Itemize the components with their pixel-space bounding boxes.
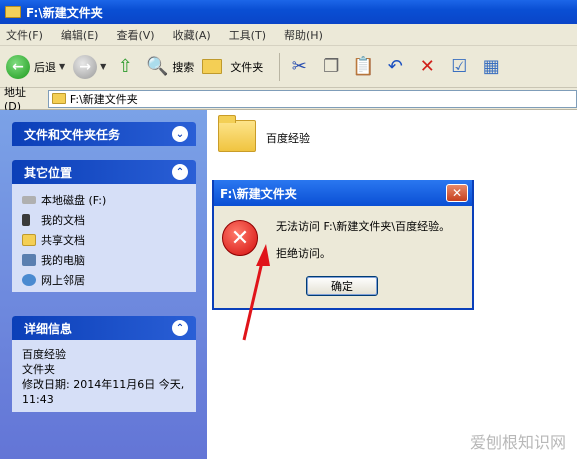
annotation-arrow (242, 244, 270, 341)
watermark: 爱刨根知识网 (470, 428, 575, 454)
explorer-window: F:\新建文件夹 文件(F) 编辑(E) 查看(V) 收藏(A) 工具(T) 帮… (0, 0, 577, 459)
watermark-text: 爱刨根知识网 (470, 433, 567, 452)
